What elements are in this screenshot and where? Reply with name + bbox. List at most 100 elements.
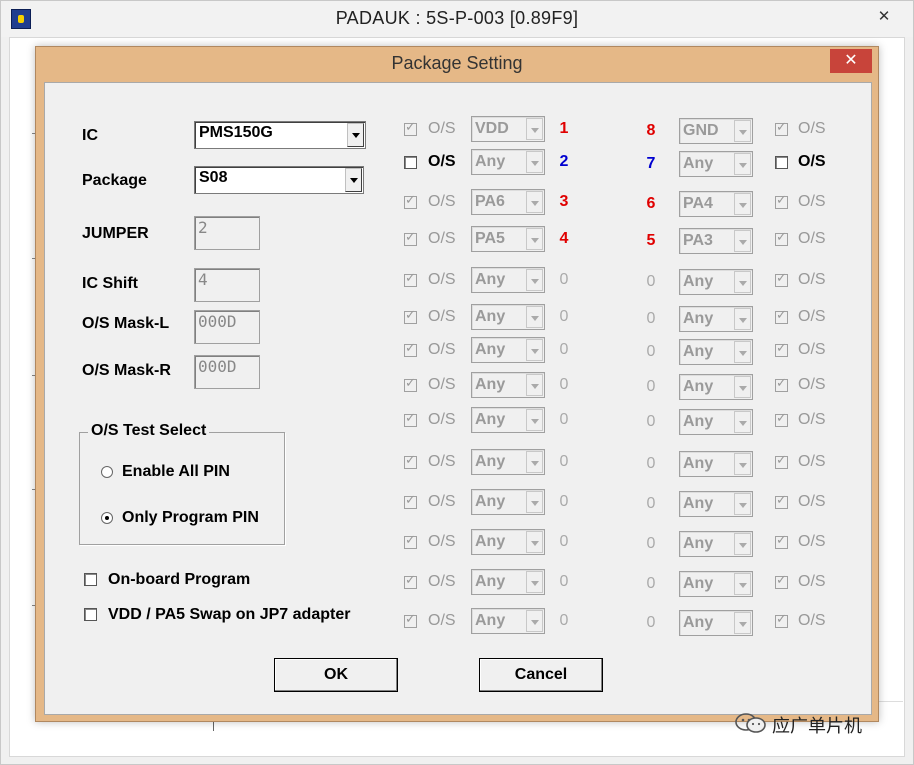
pin-left-select-value: Any (475, 341, 506, 358)
radio-only-program-pin-label[interactable]: Only Program PIN (122, 509, 259, 527)
chevron-down-icon[interactable] (526, 151, 543, 173)
chevron-down-icon[interactable] (734, 453, 751, 475)
pin-right-select[interactable]: Any (679, 151, 753, 177)
pin-left-os-label: O/S (428, 493, 456, 510)
radio-only-program-pin[interactable] (101, 512, 113, 524)
chevron-down-icon[interactable] (526, 306, 543, 328)
pin-left-os-checkbox (404, 533, 417, 549)
pin-right-select[interactable]: Any (679, 306, 753, 332)
chevron-down-icon[interactable] (526, 571, 543, 593)
pin-right-select-value: Any (683, 575, 714, 592)
chevron-down-icon[interactable] (526, 269, 543, 291)
pin-left-os-label: O/S (428, 453, 456, 470)
chevron-down-icon[interactable] (526, 409, 543, 431)
chevron-down-icon[interactable] (734, 493, 751, 515)
chevron-down-icon[interactable] (347, 123, 364, 147)
pin-left-select[interactable]: Any (471, 304, 545, 330)
pin-left-select[interactable]: Any (471, 529, 545, 555)
pin-left-select[interactable]: PA5 (471, 226, 545, 252)
ic-select[interactable]: PMS150G (194, 121, 366, 149)
chevron-down-icon[interactable] (526, 491, 543, 513)
pin-left-select-value: Any (475, 533, 506, 550)
pin-left-select[interactable]: Any (471, 608, 545, 634)
pin-left-select[interactable]: PA6 (471, 189, 545, 215)
vdd-pa5-swap-label[interactable]: VDD / PA5 Swap on JP7 adapter (108, 606, 350, 624)
chevron-down-icon[interactable] (734, 376, 751, 398)
chevron-down-icon[interactable] (526, 451, 543, 473)
pin-right-select[interactable]: PA3 (679, 228, 753, 254)
chevron-down-icon[interactable] (734, 411, 751, 433)
chevron-down-icon[interactable] (734, 612, 751, 634)
pin-left-number: 0 (559, 411, 569, 428)
chevron-down-icon[interactable] (734, 193, 751, 215)
close-icon[interactable]: ✕ (830, 49, 872, 73)
close-icon[interactable]: ✕ (869, 7, 899, 27)
pin-left-os-checkbox[interactable] (404, 156, 417, 169)
pin-left-select[interactable]: Any (471, 569, 545, 595)
pin-right-select[interactable]: Any (679, 531, 753, 557)
package-select[interactable]: S08 (194, 166, 364, 194)
watermark-text: 应广单片机 (772, 716, 862, 737)
main-titlebar[interactable]: PADAUK : 5S-P-003 [0.89F9] ✕ (1, 1, 913, 37)
chevron-down-icon[interactable] (734, 573, 751, 595)
chevron-down-icon[interactable] (734, 120, 751, 142)
chevron-down-icon[interactable] (734, 308, 751, 330)
chevron-down-icon[interactable] (526, 374, 543, 396)
vdd-pa5-swap-checkbox[interactable] (84, 608, 97, 621)
chevron-down-icon[interactable] (345, 168, 362, 192)
chevron-down-icon[interactable] (734, 230, 751, 252)
pin-left-select[interactable]: Any (471, 267, 545, 293)
chevron-down-icon[interactable] (734, 533, 751, 555)
radio-enable-all-pin[interactable] (101, 466, 113, 478)
pin-left-select[interactable]: Any (471, 407, 545, 433)
pin-right-select[interactable]: Any (679, 374, 753, 400)
pin-left-number: 0 (559, 493, 569, 510)
onboard-program-label[interactable]: On-board Program (108, 571, 250, 589)
pin-left-select[interactable]: VDD (471, 116, 545, 142)
chevron-down-icon[interactable] (734, 153, 751, 175)
pin-left-select[interactable]: Any (471, 337, 545, 363)
pin-right-select[interactable]: Any (679, 409, 753, 435)
pin-left-select[interactable]: Any (471, 489, 545, 515)
pin-right-select[interactable]: Any (679, 451, 753, 477)
pin-right-select[interactable]: Any (679, 269, 753, 295)
pin-left-os-checkbox (404, 230, 417, 246)
pin-left-number: 0 (559, 612, 569, 629)
pin-right-select-value: Any (683, 614, 714, 631)
ok-button[interactable]: OK (274, 658, 398, 692)
pin-left-select[interactable]: Any (471, 449, 545, 475)
pin-left-select[interactable]: Any (471, 372, 545, 398)
pin-right-select[interactable]: Any (679, 571, 753, 597)
os-test-select-legend: O/S Test Select (88, 422, 210, 440)
pin-right-os-checkbox (775, 612, 788, 628)
chevron-down-icon[interactable] (526, 228, 543, 250)
pin-right-number: 0 (646, 310, 656, 327)
chevron-down-icon[interactable] (734, 341, 751, 363)
pin-right-number: 7 (646, 155, 656, 172)
pin-right-select[interactable]: Any (679, 491, 753, 517)
pin-right-os-label: O/S (798, 193, 826, 210)
pin-right-select[interactable]: GND (679, 118, 753, 144)
pin-right-select-value: Any (683, 343, 714, 360)
pin-left-os-checkbox (404, 308, 417, 324)
pin-left-os-checkbox (404, 493, 417, 509)
radio-enable-all-pin-label[interactable]: Enable All PIN (122, 463, 230, 481)
pin-right-select[interactable]: PA4 (679, 191, 753, 217)
pin-right-select[interactable]: Any (679, 610, 753, 636)
pin-left-select-value: Any (475, 153, 506, 170)
chevron-down-icon[interactable] (526, 118, 543, 140)
pin-right-os-checkbox[interactable] (775, 156, 788, 169)
chevron-down-icon[interactable] (526, 531, 543, 553)
chevron-down-icon[interactable] (526, 339, 543, 361)
pin-right-number: 8 (646, 122, 656, 139)
pin-left-select-value: Any (475, 493, 506, 510)
pin-left-select[interactable]: Any (471, 149, 545, 175)
pin-right-select[interactable]: Any (679, 339, 753, 365)
onboard-program-checkbox[interactable] (84, 573, 97, 586)
pin-right-number: 0 (646, 575, 656, 592)
cancel-button[interactable]: Cancel (479, 658, 603, 692)
os-mask-r-field: 000D (194, 355, 260, 389)
chevron-down-icon[interactable] (526, 191, 543, 213)
chevron-down-icon[interactable] (734, 271, 751, 293)
chevron-down-icon[interactable] (526, 610, 543, 632)
